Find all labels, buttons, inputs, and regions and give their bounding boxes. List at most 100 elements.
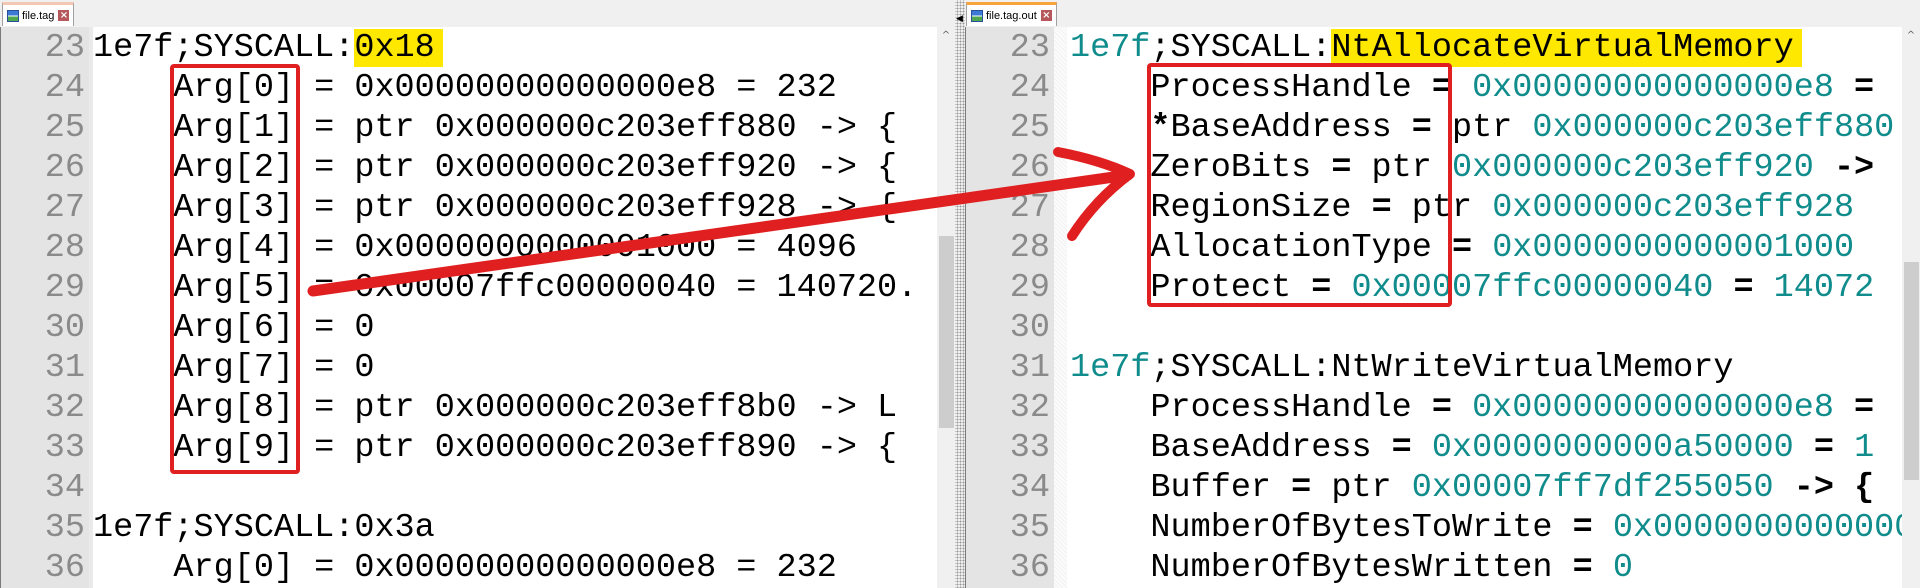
code-line[interactable]: 28 Arg[4] = 0x0000000000001000 = 4096 [1,228,937,268]
scroll-up-icon[interactable]: ^ [1902,29,1920,43]
code-token: 1e7f [1070,349,1151,387]
close-icon[interactable]: × [58,10,70,21]
line-number: 30 [44,309,85,347]
scroll-up-icon[interactable]: ^ [937,29,955,43]
code-token: ptr [1351,149,1452,187]
code-token: = [1813,429,1834,467]
code-text: Arg[0] = 0x00000000000000e8 = 232 [93,548,836,588]
code-line[interactable]: 35 NumberOfBytesToWrite = 0x000000000000… [966,508,1902,548]
scrollbar-thumb[interactable] [1904,262,1919,480]
code-line[interactable]: 33 Arg[9] = ptr 0x000000c203eff890 -> { [1,428,937,468]
code-token: { [1833,469,1875,507]
code-text: NumberOfBytesWritten = 0 [1070,548,1633,588]
code-line[interactable]: 25 *BaseAddress = ptr 0x000000c203eff880 [966,108,1902,148]
code-line[interactable]: 23 1e7f;SYSCALL:NtAllocateVirtualMemory [966,28,1902,68]
code-token: 0x00000000000000e8 [1472,69,1834,107]
code-token: = [1854,69,1875,107]
splitter-arrow-icon[interactable]: ◀ [956,14,963,24]
code-token: 0x0000000000001000 [1492,229,1855,267]
code-line[interactable]: 26 Arg[2] = ptr 0x000000c203eff920 -> { [1,148,937,188]
code-token: = [1331,149,1352,187]
code-token: 0 [1612,549,1633,587]
line-number: 24 [1009,69,1050,107]
code-text: Protect = 0x00007ffc00000040 = 14072 [1070,268,1874,308]
code-line[interactable]: 32 Arg[8] = ptr 0x000000c203eff8b0 -> L [1,388,937,428]
vertical-scrollbar[interactable]: ^ [937,27,955,588]
code-token: ;SYSCALL: [1150,29,1332,67]
code-line[interactable]: 23 1e7f;SYSCALL:0x18 [1,28,937,68]
line-number: 23 [1009,29,1050,67]
left-editor[interactable]: 23 1e7f;SYSCALL:0x18 24 Arg[0] = 0x0000000… [0,27,955,588]
code-line[interactable]: 30 Arg[6] = 0 [1,308,937,348]
code-line[interactable]: 26 ZeroBits = ptr 0x000000c203eff920 -> [966,148,1902,188]
code-line[interactable]: 28 AllocationType = 0x0000000000001000 [966,228,1902,268]
code-line[interactable]: 33 BaseAddress = 0x0000000000a50000 = 1 [966,428,1902,468]
code-text: 1e7f;SYSCALL:0x3a [93,508,435,548]
code-token: 0x00007ff7df255050 [1411,469,1774,507]
code-line[interactable]: 35 1e7f;SYSCALL:0x3a [1,508,937,548]
code-line[interactable]: 24 Arg[0] = 0x00000000000000e8 = 232 [1,68,937,108]
vertical-scrollbar[interactable]: ^ [1902,27,1920,588]
code-token: 0x0000000000a50000 [1431,429,1794,467]
code-text: NumberOfBytesToWrite = 0x0000000000000 [1070,508,1902,548]
code-token: Arg[1] = ptr 0x000000c203eff880 -> { [93,109,898,147]
code-line[interactable]: 31 1e7f;SYSCALL:NtWriteVirtualMemory [966,348,1902,388]
code-text: Arg[4] = 0x0000000000001000 = 4096 [93,228,857,268]
line-number: 33 [44,429,85,467]
code-text: Arg[7] = 0 [93,348,374,388]
code-text: AllocationType = 0x0000000000001000 [1070,228,1854,268]
close-icon[interactable]: × [1040,10,1052,21]
code-token: *BaseAddress [1150,109,1412,147]
code-text: Arg[9] = ptr 0x000000c203eff890 -> { [93,428,897,468]
code-text: ZeroBits = ptr 0x000000c203eff920 -> [1070,148,1874,188]
code-lines[interactable]: 23 1e7f;SYSCALL:0x18 24 Arg[0] = 0x0000000… [1,27,937,588]
code-line[interactable]: 34 [1,468,937,508]
right-editor[interactable]: 23 1e7f;SYSCALL:NtAllocateVirtualMemory 24… [965,27,1920,588]
code-token: 1 [1854,429,1875,467]
line-number: 34 [1009,469,1050,507]
code-token: RegionSize [1070,189,1372,227]
pane-splitter[interactable]: ◀ [955,0,965,588]
code-line[interactable]: 32 ProcessHandle = 0x00000000000000e8 = [966,388,1902,428]
line-number: 28 [1009,229,1050,267]
scrollbar-thumb[interactable] [939,236,954,428]
code-line[interactable]: 29 Arg[5] = 0x00007ffc00000040 = 140720. [1,268,937,308]
code-text: Arg[0] = 0x00000000000000e8 = 232 [93,68,836,108]
code-token: = [1411,109,1432,147]
tab-file-tag[interactable]: file.tag × [2,2,75,26]
left-tab-strip: file.tag × [0,0,955,28]
code-token: Protect [1070,269,1312,307]
code-token: 1e7f;SYSCALL: [93,29,355,67]
code-token: 0x000000c203eff920 [1451,149,1814,187]
code-line[interactable]: 34 Buffer = ptr 0x00007ff7df255050 -> { [966,468,1902,508]
line-number: 35 [44,509,85,547]
line-number: 28 [44,229,85,267]
code-lines[interactable]: 23 1e7f;SYSCALL:NtAllocateVirtualMemory 24… [966,27,1902,588]
code-line[interactable]: 30 [966,308,1902,348]
save-disk-icon [7,9,19,22]
code-token: Buffer [1070,469,1292,507]
code-line[interactable]: 31 Arg[7] = 0 [1,348,937,388]
line-number: 23 [44,29,85,67]
code-line[interactable]: 36 Arg[0] = 0x00000000000000e8 = 232 [1,548,937,588]
code-line[interactable]: 25 Arg[1] = ptr 0x000000c203eff880 -> { [1,108,937,148]
code-line[interactable]: 27 Arg[3] = ptr 0x000000c203eff928 -> { [1,188,937,228]
code-line[interactable]: 24 ProcessHandle = 0x00000000000000e8 = [966,68,1902,108]
code-line[interactable]: 27 RegionSize = ptr 0x000000c203eff928 [966,188,1902,228]
code-text: Arg[6] = 0 [93,308,374,348]
line-number: 30 [1009,309,1050,347]
code-line[interactable]: 36 NumberOfBytesWritten = 0 [966,548,1902,588]
line-number: 36 [1009,549,1050,587]
tab-file-tag-out[interactable]: file.tag.out × [966,2,1057,26]
line-number: 29 [44,269,85,307]
code-line[interactable]: 29 Protect = 0x00007ffc00000040 = 14072 [966,268,1902,308]
